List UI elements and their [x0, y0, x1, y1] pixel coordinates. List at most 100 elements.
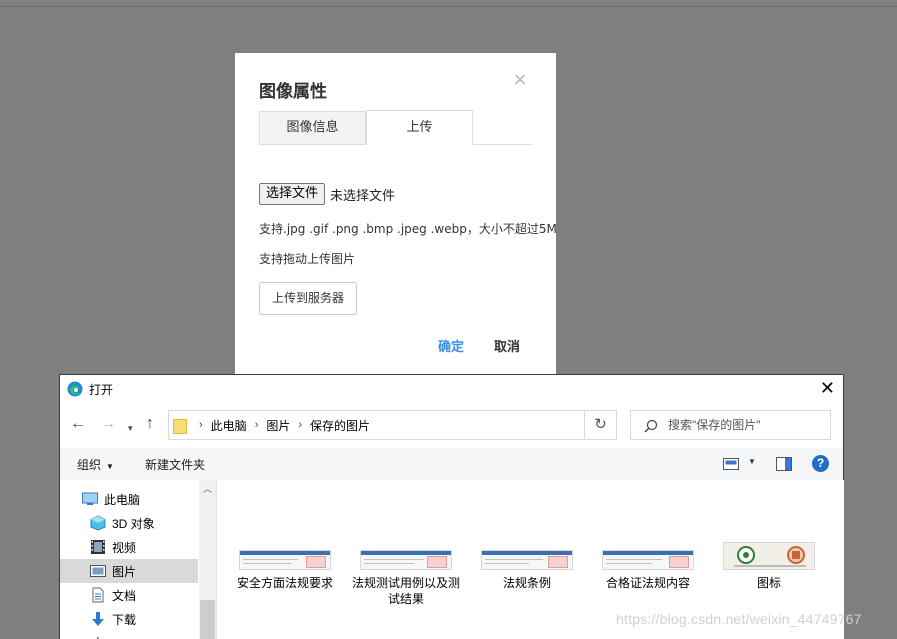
view-options-icon[interactable]: [723, 457, 739, 471]
breadcrumb-item-this-pc[interactable]: 此电脑: [211, 417, 247, 434]
navigation-scrollbar[interactable]: ︿: [199, 480, 216, 639]
thumbnail-header-bar: [603, 551, 693, 555]
choose-file-button[interactable]: 选择文件: [259, 183, 326, 205]
view-options-caret-icon[interactable]: ▼: [748, 457, 756, 466]
scroll-thumb[interactable]: [200, 600, 215, 639]
open-dialog-title: 打开: [89, 383, 114, 397]
file-thumbnail: [239, 550, 331, 570]
breadcrumb-item-pictures[interactable]: 图片: [266, 417, 290, 434]
format-hint: 支持.jpg .gif .png .bmp .jpeg .webp，大小不超过5…: [259, 222, 557, 236]
window-close-icon[interactable]: ✕: [820, 379, 835, 397]
breadcrumb-separator-icon: ›: [298, 419, 303, 431]
logo-thumbnail-icon: [734, 546, 806, 567]
file-item-regulation-articles[interactable]: 法规条例: [472, 550, 582, 591]
sidebar-item-label: 视频: [112, 540, 137, 555]
up-arrow-icon[interactable]: ↑: [146, 415, 154, 433]
sidebar-item-label: 此电脑: [104, 492, 141, 507]
dialog-title: 图像属性: [259, 82, 327, 102]
breadcrumb-separator-icon: ›: [254, 419, 259, 431]
sidebar-item-downloads[interactable]: 下载: [90, 607, 198, 631]
recent-locations-chevron-icon[interactable]: ▾: [128, 419, 133, 437]
open-dialog-titlebar: 打开 ✕: [60, 375, 843, 403]
upload-to-server-button[interactable]: 上传到服务器: [259, 282, 357, 315]
sidebar-item-label: 3D 对象: [112, 516, 155, 531]
ok-button[interactable]: 确定: [438, 336, 464, 355]
file-thumbnail: [602, 550, 694, 570]
forward-arrow-icon[interactable]: →: [100, 415, 116, 433]
sidebar-item-this-pc[interactable]: 此电脑: [82, 487, 198, 511]
sidebar-item-label: 文档: [112, 588, 137, 603]
thumbnail-line: [243, 559, 298, 560]
file-item-certificate-content[interactable]: 合格证法规内容: [593, 550, 703, 591]
sidebar-item-pictures[interactable]: 图片: [60, 559, 198, 583]
thumbnail-line: [606, 563, 652, 564]
breadcrumb: › 此电脑 › 图片 › 保存的图片: [191, 411, 370, 439]
thumbnail-line: [243, 563, 291, 564]
new-folder-button[interactable]: 新建文件夹: [145, 456, 205, 473]
watermark-text: https://blog.csdn.net/weixin_44749767: [616, 611, 862, 627]
file-thumbnail: [360, 550, 452, 570]
thumbnail-header-bar: [240, 551, 330, 555]
back-arrow-icon[interactable]: ←: [70, 415, 86, 433]
file-item-test-cases[interactable]: 法规测试用例以及测试结果: [351, 550, 461, 607]
preview-pane-icon[interactable]: [776, 457, 792, 471]
file-name: 合格证法规内容: [605, 576, 690, 590]
file-thumbnail: [723, 542, 815, 570]
edge-browser-icon: [67, 381, 83, 397]
thumbnail-header-bar: [482, 551, 572, 555]
file-name: 安全方面法规要求: [236, 576, 333, 590]
file-name: 法规条例: [502, 576, 551, 590]
file-picker: 选择文件 未选择文件: [259, 183, 395, 205]
tab-upload[interactable]: 上传: [366, 110, 473, 145]
sidebar-item-3d-objects[interactable]: 3D 对象: [90, 511, 198, 535]
pictures-icon: [90, 565, 106, 577]
thumbnail-line: [364, 559, 424, 560]
thumbnail-highlight: [306, 556, 326, 568]
search-input[interactable]: [668, 415, 826, 435]
thumbnail-line: [364, 563, 414, 564]
open-file-dialog: 打开 ✕ ← → ▾ ↑ › 此电脑 › 图片 › 保存的图片 ⌄ ↻: [59, 374, 844, 639]
address-bar[interactable]: › 此电脑 › 图片 › 保存的图片 ⌄: [168, 410, 617, 440]
close-icon[interactable]: ×: [512, 71, 528, 89]
sidebar-item-videos[interactable]: 视频: [90, 535, 198, 559]
cancel-button[interactable]: 取消: [494, 336, 520, 355]
thumbnail-line: [485, 563, 529, 564]
page-top-divider: [0, 6, 897, 7]
thumbnail-highlight: [548, 556, 568, 568]
file-name: 图标: [756, 576, 781, 590]
video-icon: [91, 540, 105, 554]
navigation-bar: ← → ▾ ↑ › 此电脑 › 图片 › 保存的图片 ⌄ ↻: [60, 409, 843, 441]
dialog-tabs: 图像信息 上传: [259, 110, 532, 145]
image-properties-dialog: 图像属性 × 图像信息 上传 选择文件 未选择文件 支持.jpg .gif .p…: [235, 53, 557, 383]
folder-icon: [173, 419, 187, 434]
navigation-pane: 此电脑 3D 对象 视频 图片 文档 下载: [60, 480, 217, 639]
sidebar-item-label: 图片: [112, 564, 137, 579]
command-toolbar: 组织 ▼ 新建文件夹 ▼ ?: [60, 448, 843, 480]
file-item-icons[interactable]: 图标: [714, 542, 824, 591]
organize-menu-button[interactable]: 组织 ▼: [77, 456, 114, 473]
organize-label: 组织: [77, 458, 102, 472]
sidebar-item-music[interactable]: [90, 631, 198, 639]
document-icon: [92, 587, 104, 603]
help-icon[interactable]: ?: [812, 455, 829, 472]
cube-3d-icon: [90, 515, 106, 531]
thumbnail-highlight: [427, 556, 447, 568]
scroll-up-chevron-icon[interactable]: ︿: [199, 482, 216, 495]
thumbnail-highlight: [669, 556, 689, 568]
breadcrumb-item-saved-pictures[interactable]: 保存的图片: [310, 417, 370, 434]
file-item-safety-regulations[interactable]: 安全方面法规要求: [230, 550, 340, 591]
search-icon: [644, 419, 658, 433]
file-name: 法规测试用例以及测试结果: [351, 576, 460, 606]
music-icon: [97, 637, 99, 639]
tab-image-info[interactable]: 图像信息: [259, 111, 366, 144]
file-thumbnail: [481, 550, 573, 570]
computer-icon: [82, 492, 98, 505]
drag-hint: 支持拖动上传图片: [259, 252, 356, 266]
sidebar-item-documents[interactable]: 文档: [90, 583, 198, 607]
thumbnail-line: [485, 559, 543, 560]
thumbnail-line: [606, 559, 662, 560]
search-box: [630, 410, 831, 440]
download-icon: [92, 612, 104, 626]
refresh-icon[interactable]: ↻: [584, 410, 617, 440]
thumbnail-header-bar: [361, 551, 451, 555]
